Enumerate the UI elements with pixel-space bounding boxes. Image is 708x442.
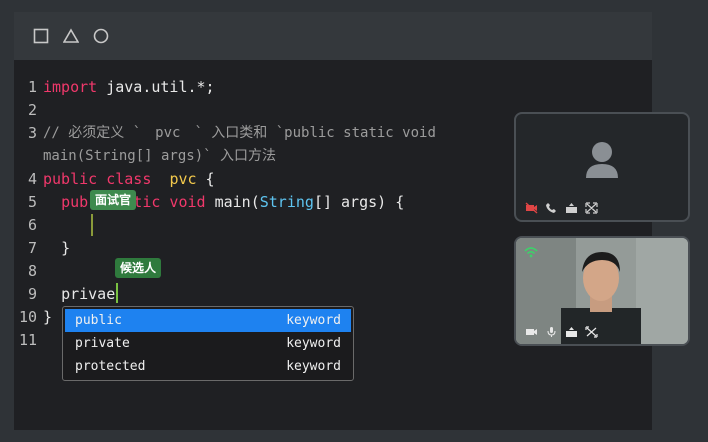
line-number: 6 bbox=[27, 216, 37, 234]
comment-class-name: pvc bbox=[155, 125, 181, 141]
item-label: protected bbox=[75, 359, 146, 374]
code-line-7: } bbox=[43, 237, 70, 260]
autocomplete-item[interactable]: public keyword bbox=[65, 309, 351, 332]
code-line-9: privae bbox=[43, 283, 115, 306]
line-number: 11 bbox=[18, 331, 37, 349]
autocomplete-item[interactable]: private keyword bbox=[65, 332, 351, 355]
interviewer-video-tile[interactable] bbox=[514, 112, 690, 222]
triangle-icon[interactable] bbox=[63, 28, 79, 44]
circle-icon[interactable] bbox=[93, 28, 109, 44]
phone-icon[interactable] bbox=[544, 202, 558, 214]
line-number: 7 bbox=[27, 239, 37, 257]
share-screen-icon[interactable] bbox=[564, 326, 578, 338]
camera-off-icon[interactable] bbox=[524, 202, 538, 214]
comment-text: ` 入口类和 `public static void bbox=[194, 125, 436, 141]
video-controls bbox=[524, 202, 598, 214]
user-avatar-icon bbox=[586, 142, 618, 178]
line-number: 8 bbox=[27, 262, 37, 280]
line-number: 3 bbox=[27, 124, 37, 142]
code-text: java.util.*; bbox=[97, 78, 215, 96]
keyword: atic void bbox=[124, 193, 206, 211]
line-number: 5 bbox=[27, 193, 37, 211]
item-kind: keyword bbox=[286, 336, 341, 351]
line-number: 4 bbox=[27, 170, 37, 188]
class-name: pvc bbox=[169, 170, 197, 188]
comment-text: // 必须定义 ` bbox=[43, 125, 142, 141]
candidate-video-tile[interactable] bbox=[514, 236, 690, 346]
code-text: main( bbox=[205, 193, 260, 211]
code-text: [] args) { bbox=[313, 193, 405, 211]
code-text: } bbox=[43, 308, 53, 326]
code-text: } bbox=[61, 239, 71, 257]
keyword: public class bbox=[43, 170, 152, 188]
camera-icon[interactable] bbox=[524, 326, 538, 338]
fullscreen-icon[interactable] bbox=[584, 202, 598, 214]
line-number: 2 bbox=[27, 101, 37, 119]
code-text: privae bbox=[61, 285, 116, 303]
video-controls bbox=[524, 326, 598, 338]
line-number: 9 bbox=[27, 285, 37, 303]
code-line-10: } bbox=[43, 306, 52, 329]
line-number: 1 bbox=[27, 78, 37, 96]
signal-icon bbox=[524, 247, 538, 258]
interviewer-cursor bbox=[91, 214, 93, 236]
interviewer-label: 面试官 bbox=[90, 190, 137, 210]
item-kind: keyword bbox=[286, 313, 341, 328]
line-number: 10 bbox=[18, 308, 37, 326]
code-line-4: public class pvc { bbox=[43, 168, 215, 191]
item-label: public bbox=[75, 313, 122, 328]
autocomplete-item[interactable]: protected keyword bbox=[65, 355, 351, 378]
candidate-label: 候选人 bbox=[115, 258, 162, 278]
toolbar bbox=[14, 12, 652, 60]
keyword: pub bbox=[61, 193, 89, 211]
item-kind: keyword bbox=[286, 359, 341, 374]
code-line-3-wrap: main(String[] args)` 入口方法 bbox=[43, 145, 276, 168]
code-line-1: import java.util.*; bbox=[43, 76, 215, 99]
fullscreen-icon[interactable] bbox=[584, 326, 598, 338]
square-icon[interactable] bbox=[33, 28, 49, 44]
item-label: private bbox=[75, 336, 130, 351]
comment-text: main(String[] args)` 入口方法 bbox=[43, 148, 277, 164]
share-screen-icon[interactable] bbox=[564, 202, 578, 214]
candidate-cursor bbox=[116, 283, 118, 303]
code-text: { bbox=[196, 170, 215, 188]
keyword: import bbox=[43, 78, 98, 96]
code-line-3: // 必须定义 ` pvc ` 入口类和 `public static void bbox=[43, 122, 436, 145]
autocomplete-popup: public keyword private keyword protected ke… bbox=[62, 306, 354, 381]
type-name: String bbox=[259, 193, 314, 211]
microphone-icon[interactable] bbox=[544, 326, 558, 338]
